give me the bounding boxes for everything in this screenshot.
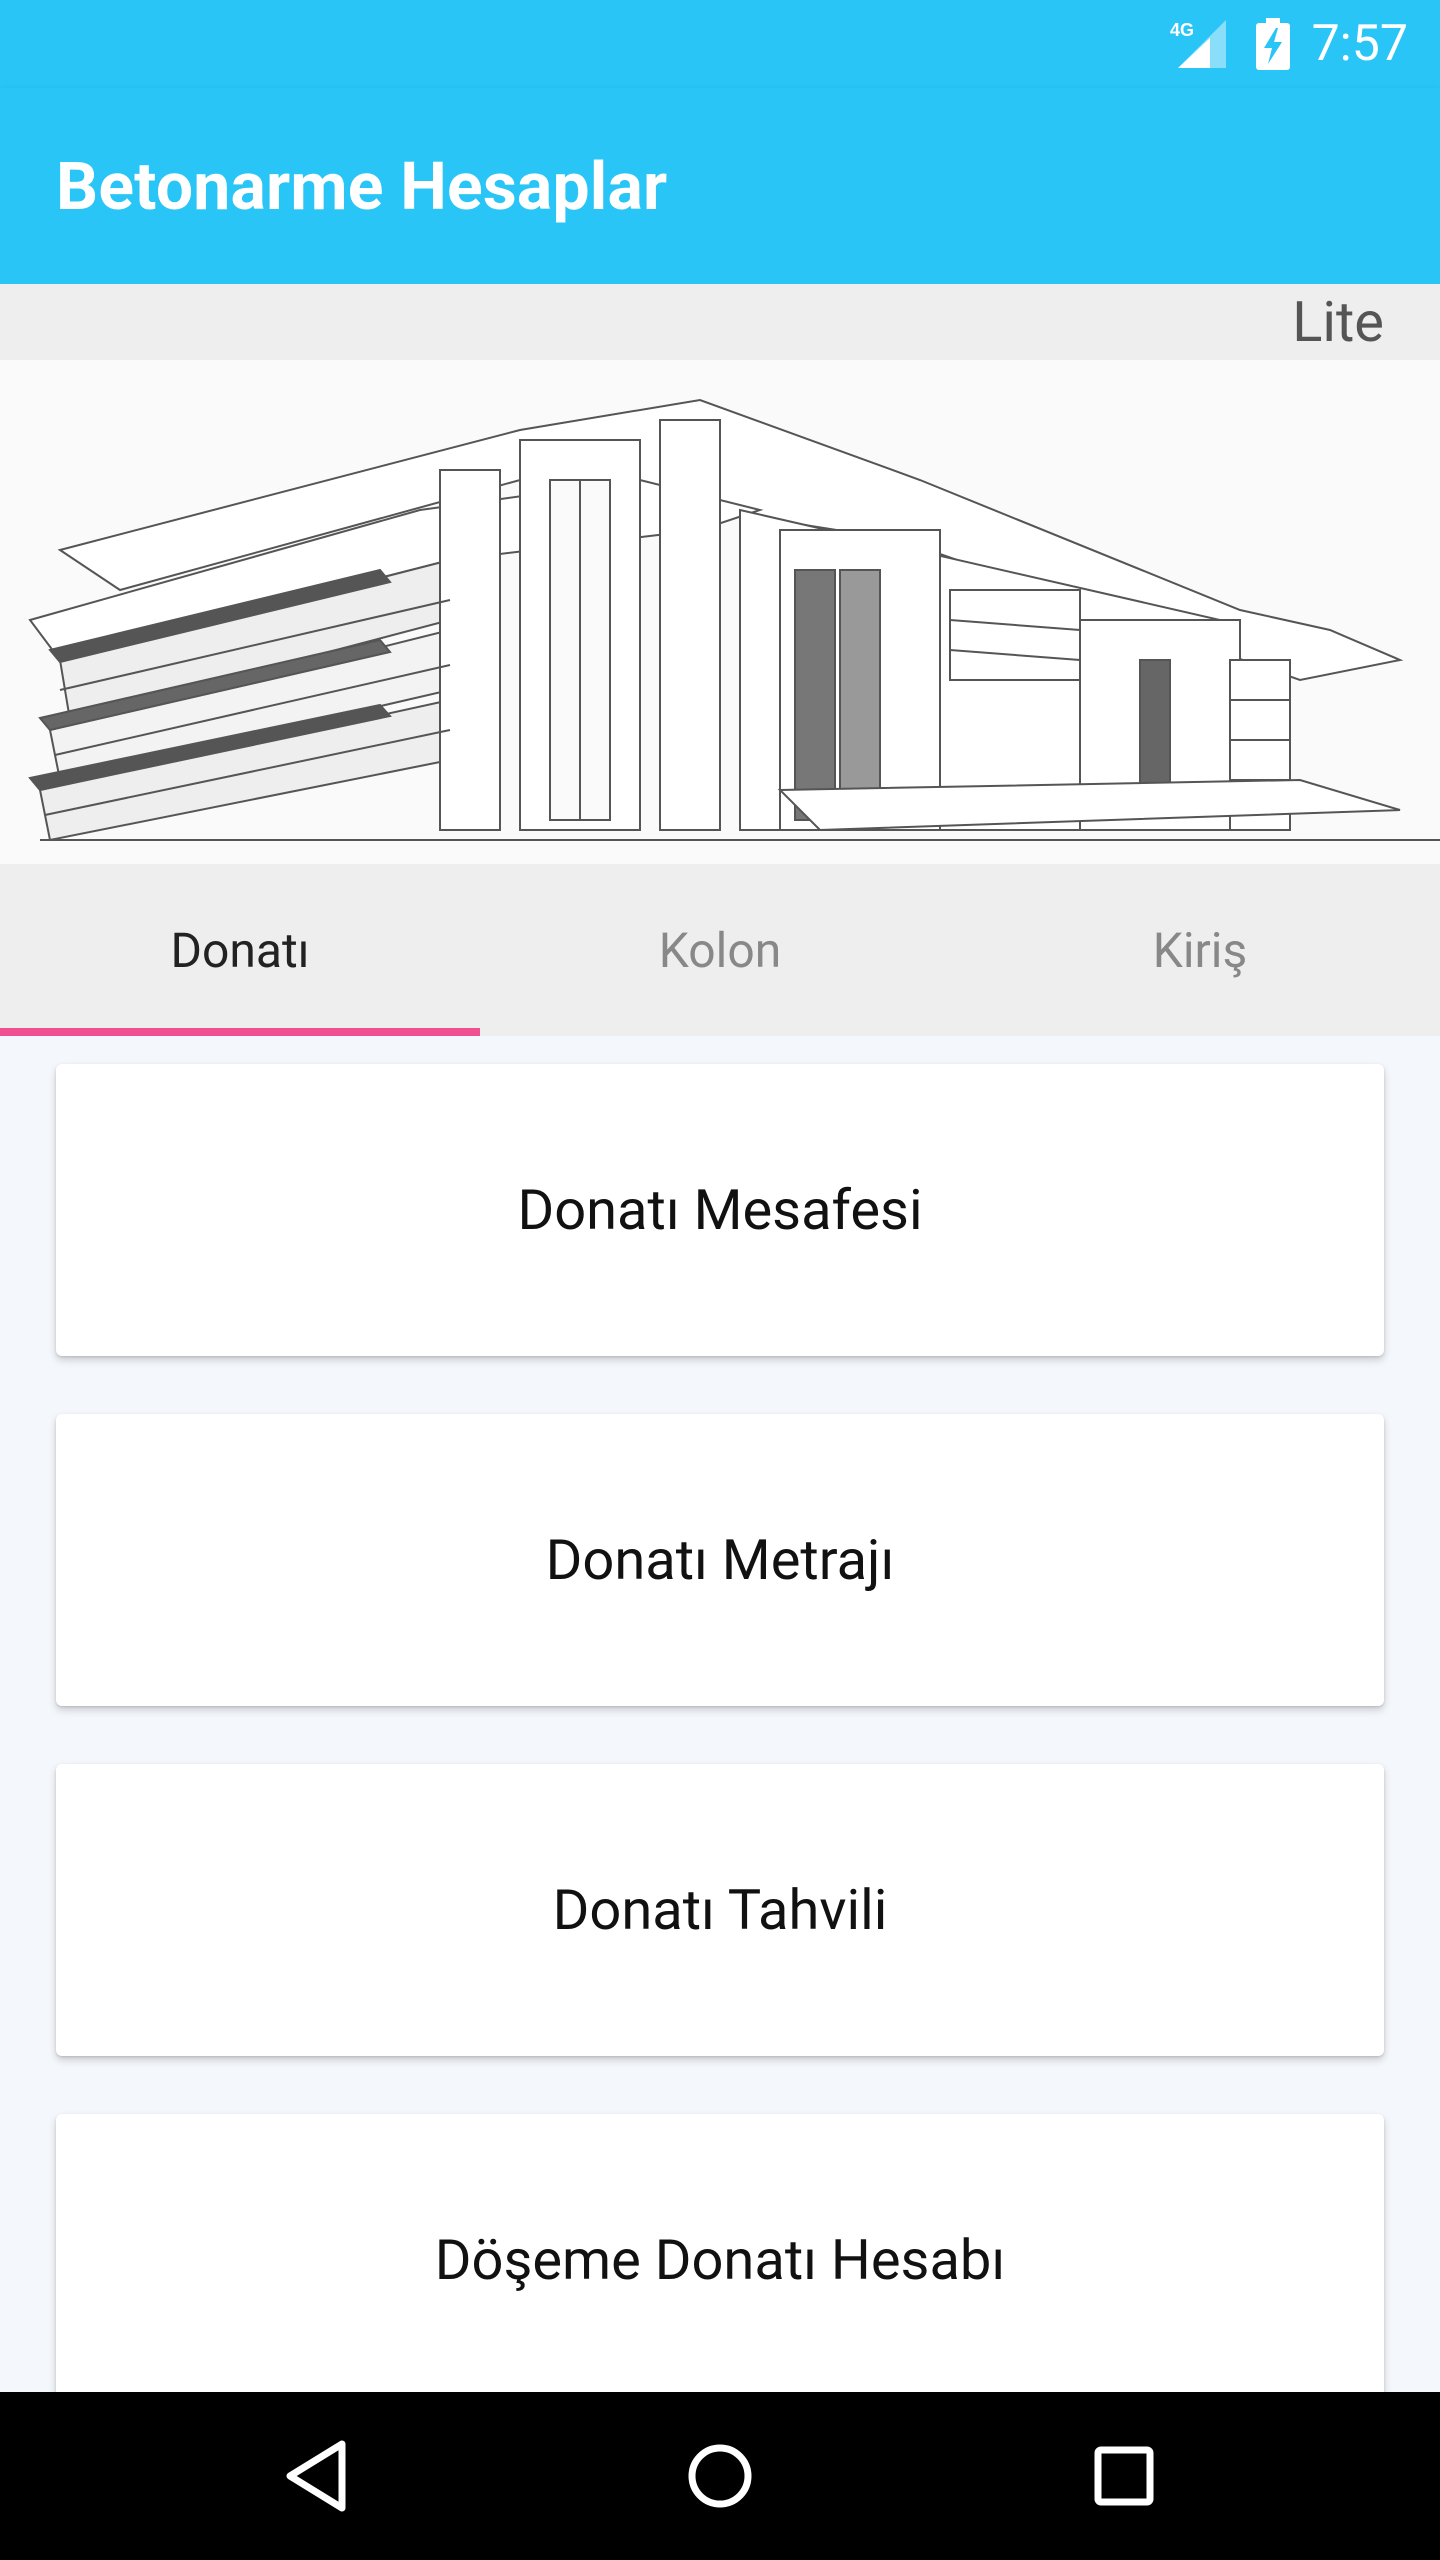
card-donati-metraji[interactable]: Donatı Metrajı <box>56 1414 1384 1706</box>
tab-kiris[interactable]: Kiriş <box>960 864 1440 1036</box>
building-sketch <box>28 398 1440 842</box>
network-type: 4G <box>1170 20 1194 40</box>
battery-charging-icon <box>1256 18 1290 70</box>
hero-image <box>0 360 1440 864</box>
signal-icon: 4G <box>1170 20 1226 68</box>
home-icon[interactable] <box>672 2428 768 2524</box>
edition-label: Lite <box>1292 289 1384 355</box>
back-icon[interactable] <box>268 2428 364 2524</box>
tab-donati[interactable]: Donatı <box>0 864 480 1036</box>
tab-kolon[interactable]: Kolon <box>480 864 960 1036</box>
edition-bar <box>0 284 1440 360</box>
navigation-bar <box>0 2392 1440 2560</box>
card-donati-mesafesi[interactable]: Donatı Mesafesi <box>56 1064 1384 1356</box>
status-time: 7:57 <box>1311 15 1408 73</box>
tab-bar: Donatı Kolon Kiriş <box>0 864 1440 1036</box>
card-doseme-donati-hesabi[interactable]: Döşeme Donatı Hesabı <box>56 2114 1384 2406</box>
app-title: Betonarme Hesaplar <box>56 149 668 226</box>
card-donati-tahvili[interactable]: Donatı Tahvili <box>56 1764 1384 2056</box>
recents-icon[interactable] <box>1076 2428 1172 2524</box>
tab-indicator <box>0 1028 480 1036</box>
